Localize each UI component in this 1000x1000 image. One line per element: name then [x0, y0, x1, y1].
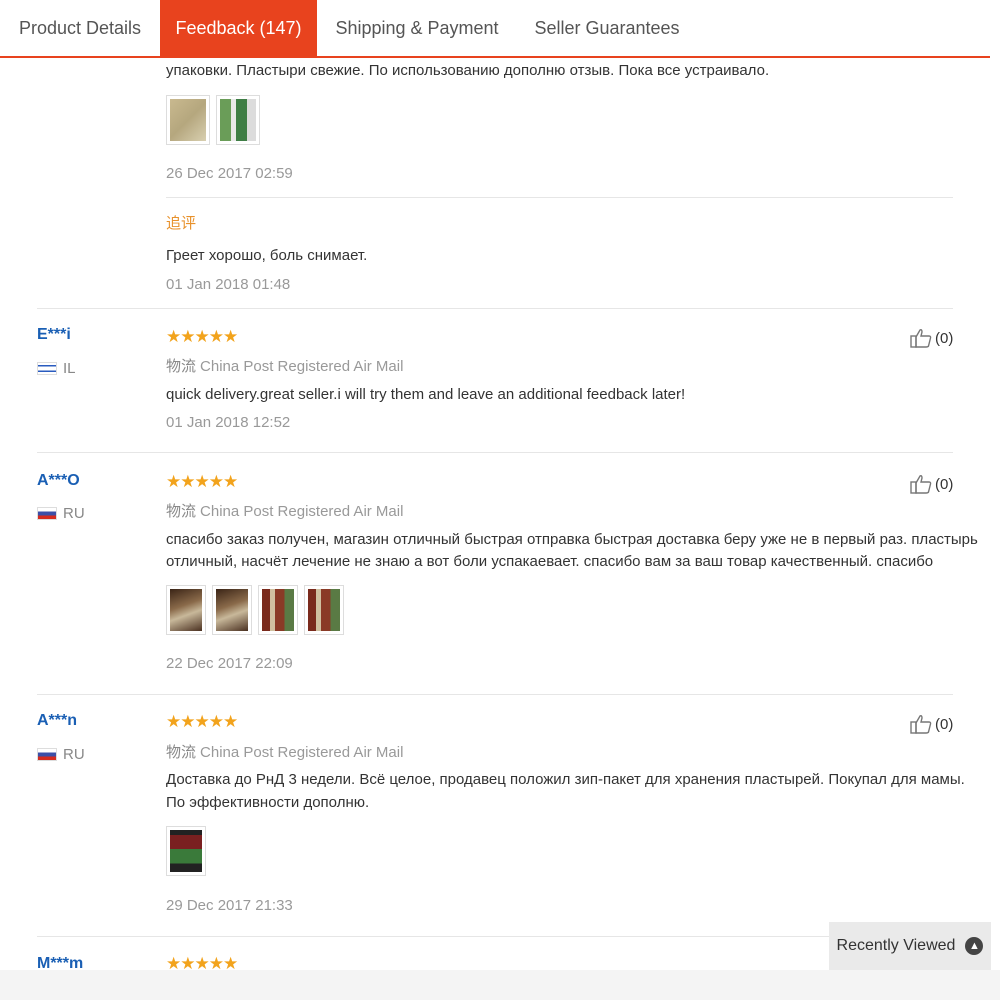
reviewer-country: RU	[37, 746, 85, 763]
helpful-button[interactable]: (0)	[910, 328, 953, 348]
russia-flag-icon	[37, 748, 57, 761]
tab-seller-guarantees[interactable]: Seller Guarantees	[517, 0, 697, 56]
divider	[37, 452, 953, 453]
review-date: 01 Jan 2018 12:52	[166, 414, 291, 431]
israel-flag-icon	[37, 362, 57, 375]
additional-feedback-text: Греет хорошо, боль снимает.	[166, 247, 368, 264]
star-rating: ★★★★★	[166, 327, 238, 346]
review-photos	[166, 585, 344, 635]
review-photo[interactable]	[216, 95, 260, 145]
review-text-line-2: По эффективности дополню.	[166, 794, 370, 811]
review-date: 26 Dec 2017 02:59	[166, 165, 293, 182]
chevron-up-icon: ▲	[965, 937, 984, 955]
review-text: упаковки. Пластыри свежие. По использова…	[166, 62, 770, 79]
review-photo[interactable]	[166, 585, 206, 635]
star-rating: ★★★★★	[166, 712, 238, 731]
shipping-name: China Post Registered Air Mail	[200, 358, 404, 375]
review-text-line-1: Доставка до РнД 3 недели. Всё целое, про…	[166, 771, 965, 788]
thumbs-up-icon	[910, 715, 932, 734]
country-code: IL	[63, 360, 76, 377]
logistics-label: 物流	[166, 744, 197, 761]
shipping-method: 物流 China Post Registered Air Mail	[166, 355, 403, 376]
helpful-count: (0)	[935, 475, 954, 493]
logistics-label: 物流	[166, 358, 197, 375]
review-text-line-1: спасибо заказ получен, магазин отличный …	[166, 531, 978, 548]
shipping-method: 物流 China Post Registered Air Mail	[166, 500, 403, 521]
reviewer-country: RU	[37, 505, 85, 522]
thumbs-up-icon	[910, 475, 932, 494]
helpful-count: (0)	[935, 329, 954, 347]
reviewer-country: IL	[37, 360, 76, 377]
divider	[37, 694, 953, 695]
tab-shipping-payment[interactable]: Shipping & Payment	[317, 0, 517, 56]
shipping-name: China Post Registered Air Mail	[200, 744, 404, 761]
review-photo[interactable]	[166, 95, 210, 145]
additional-feedback-label: 追评	[166, 215, 197, 232]
tab-bar: Product Details Feedback (147) Shipping …	[0, 0, 990, 58]
country-code: RU	[63, 505, 85, 522]
recently-viewed-label: Recently Viewed	[836, 937, 956, 954]
review-date: 22 Dec 2017 22:09	[166, 655, 293, 672]
helpful-button[interactable]: (0)	[910, 474, 953, 494]
review-text: quick delivery.great seller.i will try t…	[166, 386, 686, 403]
review-photos	[166, 826, 206, 876]
star-rating: ★★★★★	[166, 472, 238, 491]
russia-flag-icon	[37, 507, 57, 520]
logistics-label: 物流	[166, 503, 197, 520]
country-code: RU	[63, 746, 85, 763]
reviewer-name: E***i	[37, 326, 71, 343]
review-photo[interactable]	[304, 585, 344, 635]
divider	[166, 197, 953, 198]
divider	[37, 936, 953, 937]
helpful-button[interactable]: (0)	[910, 714, 953, 734]
divider	[37, 308, 953, 309]
bottom-bar	[0, 970, 1000, 1000]
review-photo[interactable]	[258, 585, 298, 635]
shipping-name: China Post Registered Air Mail	[200, 503, 404, 520]
additional-feedback-date: 01 Jan 2018 01:48	[166, 276, 291, 293]
tab-feedback[interactable]: Feedback (147)	[160, 0, 317, 56]
reviewer-name: A***n	[37, 712, 78, 729]
tab-product-details[interactable]: Product Details	[0, 0, 160, 56]
review-date: 29 Dec 2017 21:33	[166, 897, 293, 914]
helpful-count: (0)	[935, 715, 954, 733]
review-photos	[166, 95, 260, 145]
review-photo[interactable]	[166, 826, 206, 876]
shipping-method: 物流 China Post Registered Air Mail	[166, 741, 403, 762]
thumbs-up-icon	[910, 329, 932, 348]
review-photo[interactable]	[212, 585, 252, 635]
recently-viewed-button[interactable]: Recently Viewed ▲	[829, 922, 991, 970]
review-text-line-2: отличный, насчёт лечение не знаю а вот б…	[166, 553, 934, 570]
reviewer-name: A***O	[37, 472, 80, 489]
